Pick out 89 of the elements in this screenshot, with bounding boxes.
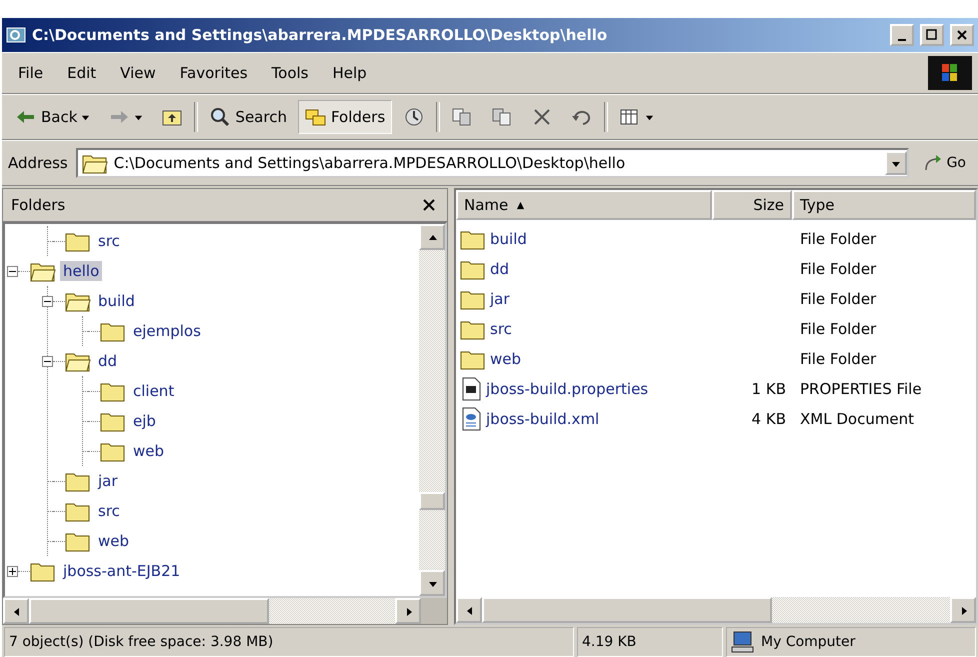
file-type: XML Document (799, 410, 916, 428)
tree-item[interactable]: hello (60, 261, 102, 281)
sort-arrow-icon (516, 200, 526, 210)
computer-icon (731, 631, 755, 653)
address-dropdown-button[interactable] (884, 151, 907, 175)
windows-logo-icon (928, 56, 972, 90)
explorer-window-icon (6, 26, 26, 44)
scrollbar-thumb[interactable] (482, 597, 772, 623)
file-size: 1 KB (750, 380, 787, 398)
close-button[interactable] (950, 24, 974, 46)
column-header[interactable]: Name (456, 190, 712, 220)
file-name[interactable]: web (456, 348, 712, 370)
maximize-icon (926, 29, 938, 41)
tree-item[interactable]: web (130, 441, 168, 461)
scroll-down-button[interactable] (419, 570, 445, 596)
scrollbar-thumb[interactable] (29, 598, 269, 624)
close-icon (957, 30, 967, 40)
tree-item[interactable]: build (95, 291, 138, 311)
file-name[interactable]: build (456, 228, 712, 250)
up-triangle-icon (428, 232, 436, 242)
file-type: File Folder (799, 290, 878, 308)
scroll-left-button[interactable] (3, 598, 29, 624)
file-name[interactable]: jboss-build.properties (456, 377, 712, 401)
folders-button[interactable]: Folders (298, 100, 392, 134)
back-button[interactable]: Back (8, 100, 98, 134)
collapse-toggle[interactable] (42, 296, 53, 306)
minimize-button[interactable] (890, 24, 914, 46)
tree-item[interactable]: ejb (130, 411, 159, 431)
collapse-toggle[interactable] (7, 266, 18, 276)
menu-item[interactable]: Edit (57, 60, 106, 86)
collapse-toggle[interactable] (42, 356, 53, 366)
status-zone: My Computer (761, 634, 856, 650)
xml-file-icon (460, 407, 482, 431)
column-header[interactable]: Size (712, 190, 792, 220)
file-size: 4 KB (750, 410, 787, 428)
menu-item[interactable]: File (8, 60, 54, 86)
search-button[interactable]: Search (202, 100, 294, 134)
dropdown-caret-icon (134, 112, 144, 122)
dropdown-caret-icon (81, 112, 90, 122)
status-size: 4.19 KB (582, 634, 636, 650)
close-icon (423, 198, 435, 210)
scroll-right-button[interactable] (950, 597, 976, 623)
tree-item[interactable]: client (130, 381, 178, 401)
menu-item[interactable]: Tools (262, 60, 318, 86)
file-type: File Folder (799, 350, 878, 368)
pane-title: Folders (11, 196, 66, 214)
dropdown-caret-icon (645, 112, 654, 122)
file-type: PROPERTIES File (799, 380, 923, 398)
left-triangle-icon (12, 606, 20, 616)
expand-toggle[interactable] (7, 566, 18, 576)
scrollbar-thumb[interactable] (419, 492, 445, 510)
file-name[interactable]: jar (456, 288, 712, 310)
copy-to-icon (491, 107, 514, 127)
scrollbar-corner (421, 598, 447, 624)
address-label: Address (8, 154, 68, 172)
menu-item[interactable]: View (110, 60, 166, 86)
tree-item[interactable]: src (95, 501, 123, 521)
file-name[interactable]: dd (456, 258, 712, 280)
column-header[interactable]: Type (792, 190, 976, 220)
tree-item[interactable]: dd (95, 351, 120, 371)
window-title: C:\Documents and Settings\abarrera.MPDESARROLLO\Desktop\hello (32, 26, 608, 44)
file-type: File Folder (799, 260, 878, 278)
left-triangle-icon (464, 606, 474, 614)
tree-item[interactable]: ejemplos (130, 321, 204, 341)
folders-icon (304, 107, 327, 127)
scroll-right-button[interactable] (395, 598, 421, 624)
tree-item[interactable]: jar (95, 471, 121, 491)
file-type: File Folder (799, 230, 878, 248)
address-field[interactable]: C:\Documents and Settings\abarrera.MPDESARROLLO\Desktop\hello (76, 148, 909, 178)
minimize-icon (898, 39, 906, 41)
maximize-button[interactable] (920, 24, 944, 46)
file-type: File Folder (799, 320, 878, 338)
settings-file-icon (460, 377, 482, 401)
scroll-left-button[interactable] (456, 597, 482, 623)
tree-item[interactable]: src (95, 231, 123, 251)
plus-icon (9, 568, 16, 574)
search-icon (209, 107, 232, 127)
scroll-up-button[interactable] (419, 224, 445, 250)
move-to-icon (451, 107, 474, 127)
menu-item[interactable]: Favorites (170, 60, 258, 86)
go-button[interactable]: Go (916, 154, 972, 172)
go-arrow-icon (922, 154, 943, 172)
tree-item[interactable]: jboss-ant-EJB21 (60, 561, 184, 581)
file-name[interactable]: jboss-build.xml (456, 407, 712, 431)
clock-icon (403, 107, 426, 127)
status-text: 7 object(s) (Disk free space: 3.98 MB) (9, 634, 274, 650)
menu-item[interactable]: Help (322, 60, 377, 86)
tree-item[interactable]: web (95, 531, 132, 551)
file-name[interactable]: src (456, 318, 712, 340)
